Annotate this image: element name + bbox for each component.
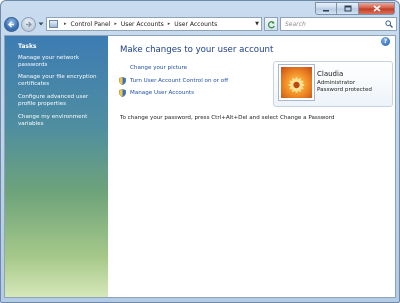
forward-arrow-icon xyxy=(26,21,32,27)
shield-icon xyxy=(119,77,126,85)
close-button[interactable] xyxy=(359,2,395,15)
main-panel: ? Make changes to your user account Chan… xyxy=(108,36,395,297)
account-name: Claudia xyxy=(317,70,344,78)
close-icon xyxy=(372,5,381,12)
forward-button[interactable] xyxy=(21,16,36,32)
minimize-icon xyxy=(323,9,329,11)
user-account-card: Claudia Administrator Password protected xyxy=(273,61,393,107)
chevron-down-icon xyxy=(38,22,44,26)
avatar[interactable] xyxy=(279,65,314,100)
breadcrumb-user-accounts-current[interactable]: User Accounts xyxy=(174,21,217,28)
password-hint: To change your password, press Ctrl+Alt+… xyxy=(120,115,335,121)
breadcrumb-separator[interactable]: ▸ xyxy=(114,21,117,27)
search-input[interactable]: Search xyxy=(280,17,397,31)
change-picture-link[interactable]: Change your picture xyxy=(130,65,187,71)
recent-pages-button[interactable] xyxy=(37,19,45,29)
breadcrumb-separator[interactable]: ▸ xyxy=(168,21,171,27)
help-icon[interactable]: ? xyxy=(381,37,390,46)
sidebar-item-file-encryption[interactable]: Manage your file encryption certificates xyxy=(18,74,103,88)
minimize-button[interactable] xyxy=(315,2,337,15)
address-bar[interactable]: ▸ Control Panel ▸ User Accounts ▸ User A… xyxy=(46,17,262,31)
breadcrumb-control-panel[interactable]: Control Panel xyxy=(71,21,111,28)
caption-buttons xyxy=(315,2,395,15)
sidebar-item-network-passwords[interactable]: Manage your network passwords xyxy=(18,55,103,69)
shield-icon xyxy=(119,89,126,97)
uac-toggle-link[interactable]: Turn User Account Control on or off xyxy=(130,78,228,84)
account-role: Administrator xyxy=(317,80,356,86)
breadcrumb-user-accounts[interactable]: User Accounts xyxy=(121,21,164,28)
search-placeholder: Search xyxy=(285,20,306,28)
sidebar-item-environment-variables[interactable]: Change my environment variables xyxy=(18,114,103,128)
sidebar-item-user-profile[interactable]: Configure advanced user profile properti… xyxy=(18,94,103,108)
page-title: Make changes to your user account xyxy=(120,45,274,55)
flower-picture-icon xyxy=(281,67,312,98)
back-button[interactable] xyxy=(4,16,19,32)
manage-user-accounts-link[interactable]: Manage User Accounts xyxy=(130,90,194,96)
control-panel-icon xyxy=(49,20,58,28)
account-password-status: Password protected xyxy=(317,87,372,93)
back-arrow-icon xyxy=(8,21,14,27)
navigation-bar: ▸ Control Panel ▸ User Accounts ▸ User A… xyxy=(4,15,398,33)
maximize-button[interactable] xyxy=(337,2,359,15)
content-area: Tasks Manage your network passwords Mana… xyxy=(4,35,396,298)
task-pane: Tasks Manage your network passwords Mana… xyxy=(5,36,108,297)
maximize-icon xyxy=(344,5,351,12)
tasks-heading: Tasks xyxy=(18,43,37,50)
breadcrumb-separator[interactable]: ▸ xyxy=(64,21,67,27)
control-panel-window: ▸ Control Panel ▸ User Accounts ▸ User A… xyxy=(0,0,400,303)
address-dropdown-icon[interactable]: ▼ xyxy=(255,21,259,27)
search-icon[interactable] xyxy=(385,20,393,28)
refresh-icon xyxy=(267,20,275,28)
refresh-button[interactable] xyxy=(264,17,278,31)
